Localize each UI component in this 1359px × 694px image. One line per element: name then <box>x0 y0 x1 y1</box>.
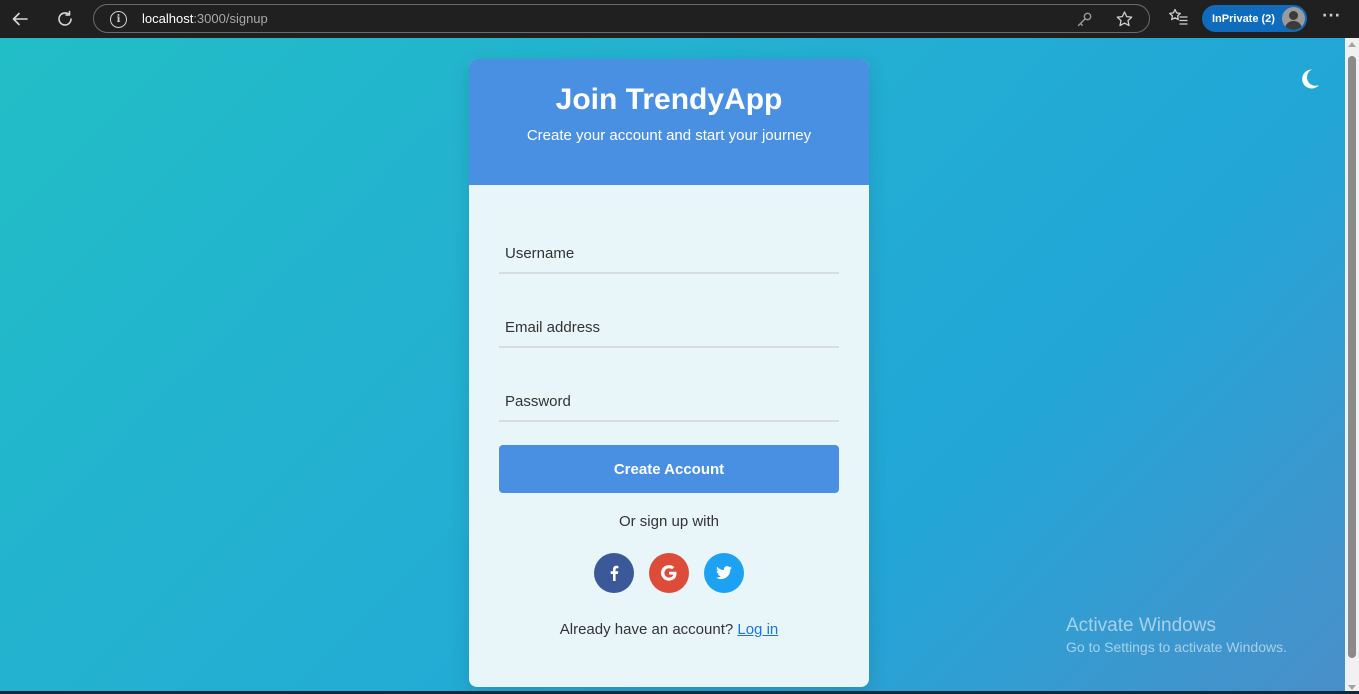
login-link[interactable]: Log in <box>737 621 778 638</box>
watermark-title: Activate Windows <box>1066 615 1216 636</box>
arrow-left-icon <box>12 12 28 26</box>
site-info-icon[interactable]: i <box>110 11 127 28</box>
key-icon[interactable] <box>1076 11 1093 32</box>
username-input[interactable] <box>499 234 839 272</box>
star-icon[interactable] <box>1115 10 1134 33</box>
email-input[interactable] <box>499 308 839 346</box>
reload-icon <box>58 10 72 26</box>
more-menu-button[interactable]: ··· <box>1322 8 1341 24</box>
page-scrollbar[interactable] <box>1345 38 1359 694</box>
create-account-button[interactable]: Create Account <box>499 445 839 493</box>
signup-card: Join TrendyApp Create your account and s… <box>469 59 869 687</box>
page-viewport: Join TrendyApp Create your account and s… <box>0 38 1345 694</box>
password-input[interactable] <box>499 382 839 420</box>
favorites-icon[interactable] <box>1168 7 1188 31</box>
inprivate-profile-button[interactable]: InPrivate (2) <box>1202 5 1307 32</box>
scroll-up-arrow-icon[interactable] <box>1348 42 1356 47</box>
facebook-icon <box>610 565 619 581</box>
password-field-wrap <box>499 382 839 422</box>
google-icon <box>661 565 677 581</box>
login-prompt-text: Already have an account? <box>559 621 734 638</box>
login-prompt: Already have an account? Log in <box>469 621 869 638</box>
url-host: localhost <box>142 11 194 26</box>
card-header: Join TrendyApp Create your account and s… <box>469 59 869 185</box>
avatar <box>1282 7 1305 30</box>
moon-icon[interactable] <box>1296 66 1322 92</box>
watermark-subtitle: Go to Settings to activate Windows. <box>1066 639 1287 655</box>
windows-activation-watermark: Activate Windows Go to Settings to activ… <box>1066 615 1287 656</box>
reload-button[interactable] <box>51 5 79 33</box>
twitter-icon <box>716 566 732 580</box>
social-divider-text: Or sign up with <box>618 513 720 530</box>
facebook-signup-button[interactable] <box>594 553 634 593</box>
url-text[interactable]: localhost:3000/signup <box>142 11 268 26</box>
back-button[interactable] <box>6 5 34 33</box>
scroll-down-arrow-icon[interactable] <box>1348 685 1356 690</box>
email-field-wrap <box>499 308 839 348</box>
url-path: :3000/signup <box>193 11 268 26</box>
google-signup-button[interactable] <box>649 553 689 593</box>
inprivate-label: InPrivate (2) <box>1212 12 1275 25</box>
username-field-wrap <box>499 234 839 274</box>
address-bar[interactable]: i localhost:3000/signup <box>93 4 1150 33</box>
scrollbar-thumb[interactable] <box>1348 56 1356 658</box>
browser-toolbar: i localhost:3000/signup InPrivate (2) ··… <box>0 0 1359 38</box>
page-title: Join TrendyApp <box>555 83 783 116</box>
twitter-signup-button[interactable] <box>704 553 744 593</box>
page-subtitle: Create your account and start your journ… <box>526 127 812 144</box>
